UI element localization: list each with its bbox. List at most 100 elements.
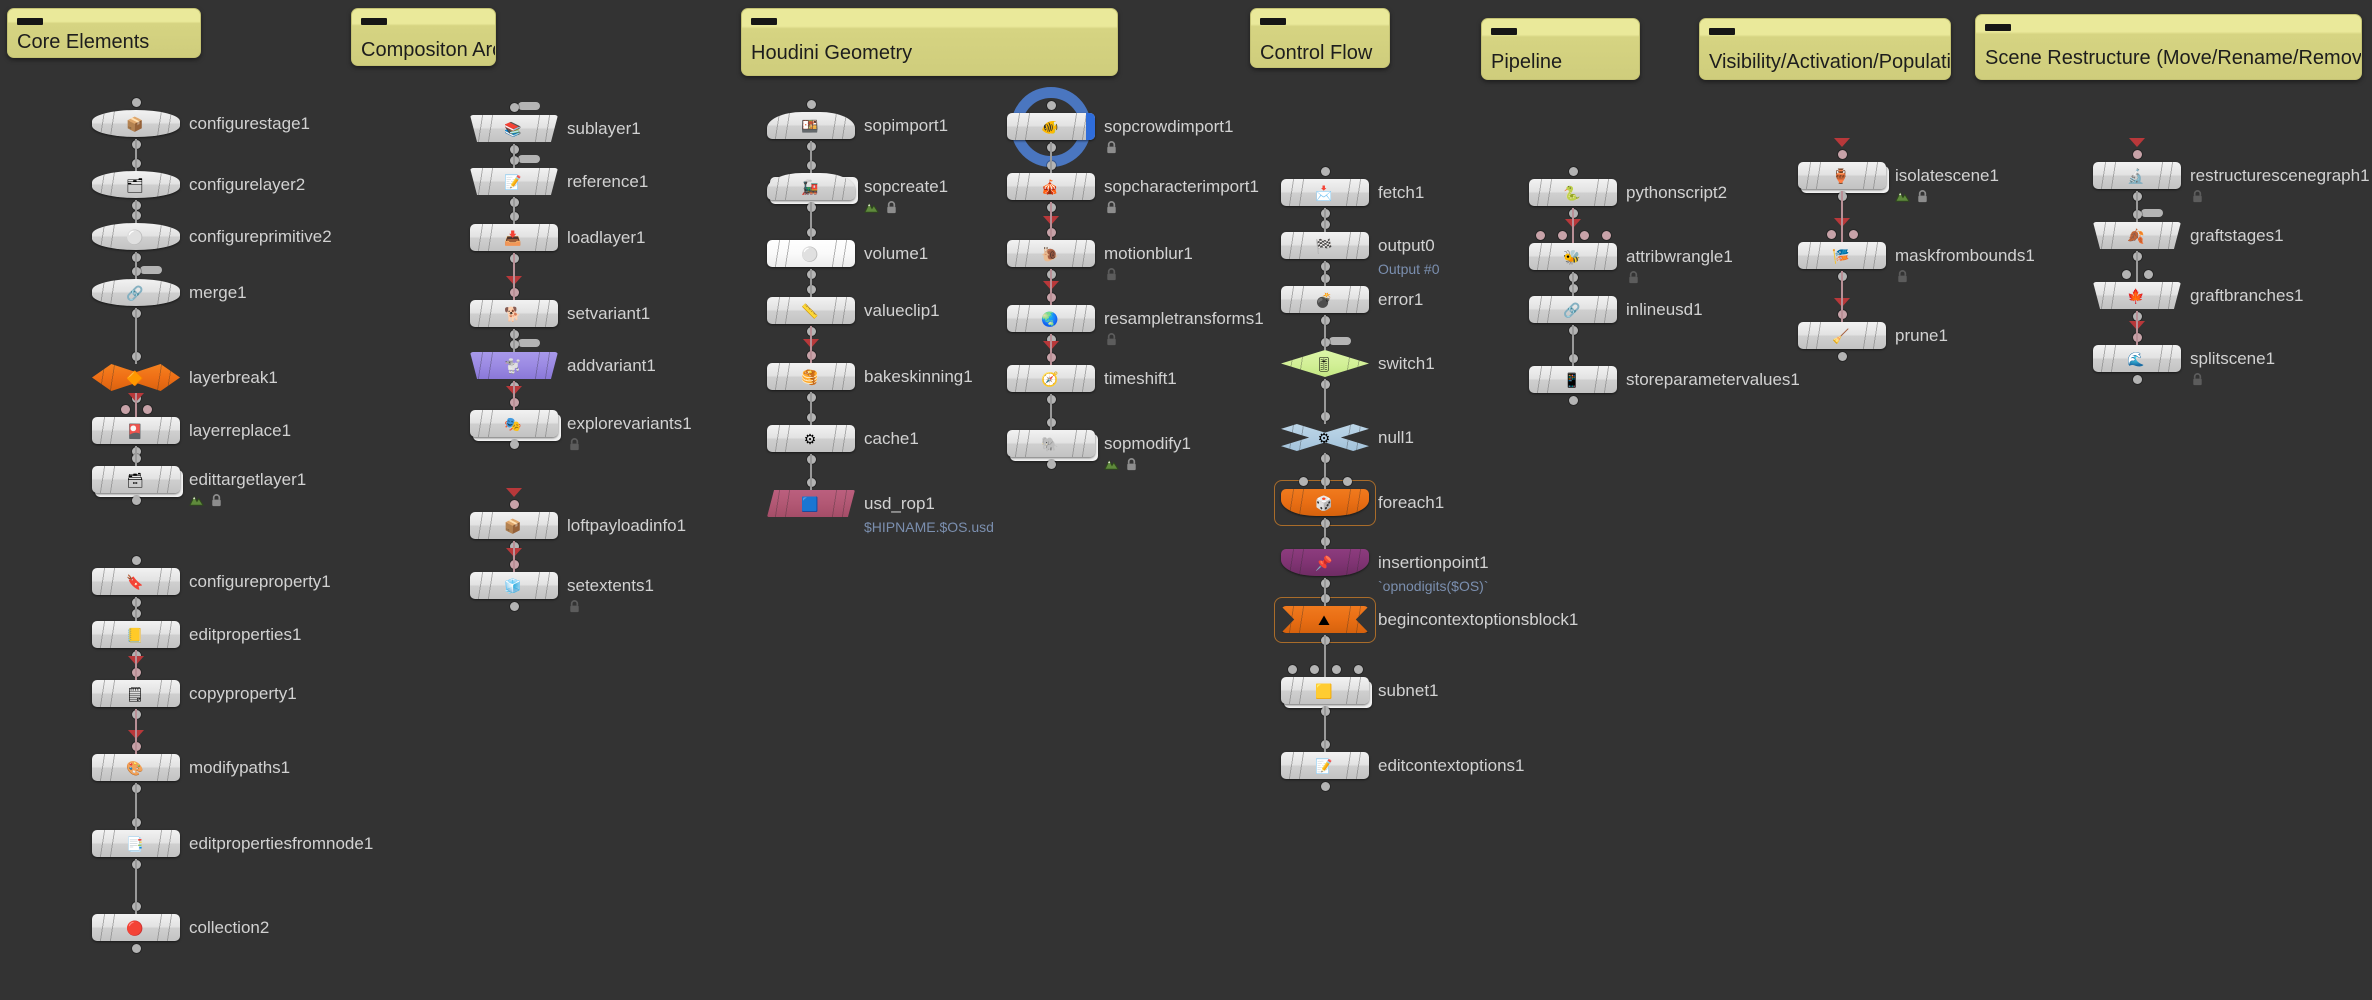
- node-graftbranches1[interactable]: 🍁 graftbranches1: [2093, 270, 2372, 321]
- node-connection-wire[interactable]: [810, 269, 812, 297]
- node-resampletransforms1[interactable]: 🌏 resampletransforms1: [1007, 281, 1307, 346]
- node-subnet1[interactable]: 🟨 subnet1: [1281, 665, 1581, 716]
- node-sublayer1[interactable]: 📚 sublayer1: [470, 102, 770, 154]
- node-input-connector[interactable]: [131, 98, 141, 107]
- node-loadlayer1[interactable]: 📥 loadlayer1: [470, 212, 770, 263]
- node-input-connector[interactable]: [1848, 230, 1858, 239]
- node-collection2[interactable]: 🔴 collection2: [92, 902, 392, 953]
- sticky-collapse-icon[interactable]: [751, 18, 777, 25]
- node-connection-wire[interactable]: [1572, 272, 1574, 296]
- node-input-connector[interactable]: [1826, 230, 1836, 239]
- node-configurestage1[interactable]: 📦 configurestage1: [92, 98, 392, 149]
- node-connection-wire[interactable]: [513, 329, 515, 352]
- node-connection-wire[interactable]: [810, 392, 812, 425]
- sticky-collapse-icon[interactable]: [1491, 28, 1517, 35]
- node-connection-wire[interactable]: [1324, 706, 1326, 752]
- node-sopmodify1[interactable]: 🐘 sopmodify1: [1007, 418, 1307, 471]
- node-output-connector[interactable]: [1320, 782, 1330, 791]
- node-modifypaths1[interactable]: 🎨 modifypaths1: [92, 730, 392, 793]
- node-maskfrombounds1[interactable]: 🎏 maskfrombounds1: [1798, 218, 2098, 283]
- sticky-collapse-icon[interactable]: [17, 18, 43, 25]
- node-connection-wire[interactable]: [135, 709, 137, 754]
- node-connection-wire[interactable]: [135, 139, 137, 171]
- node-connection-wire[interactable]: [1050, 202, 1052, 240]
- node-connection-wire[interactable]: [1324, 379, 1326, 424]
- node-connection-wire[interactable]: [1841, 191, 1843, 242]
- node-foreach1[interactable]: 🎲 foreach1: [1274, 477, 1581, 528]
- node-input-connector[interactable]: [142, 405, 152, 414]
- node-connection-wire[interactable]: [513, 197, 515, 224]
- node-explorevariants1[interactable]: 🎭 explorevariants1: [470, 386, 770, 451]
- node-connection-wire[interactable]: [135, 200, 137, 223]
- node-input-connector[interactable]: [1601, 231, 1611, 240]
- node-output-connector[interactable]: [509, 602, 519, 611]
- bypass-flag-icon[interactable]: [506, 488, 522, 497]
- lock-icon[interactable]: [567, 599, 582, 614]
- scene-graph-flag-icon[interactable]: [1104, 457, 1119, 472]
- node-input-connector[interactable]: [1287, 665, 1297, 674]
- lock-icon[interactable]: [209, 493, 224, 508]
- node-connection-wire[interactable]: [1572, 325, 1574, 366]
- node-input-connector[interactable]: [1568, 167, 1578, 176]
- node-input-connector[interactable]: [2132, 150, 2142, 159]
- node-connection-wire[interactable]: [2136, 191, 2138, 222]
- node-connection-wire[interactable]: [1324, 635, 1326, 677]
- lock-icon[interactable]: [567, 437, 582, 452]
- node-input-connector[interactable]: [1579, 231, 1589, 240]
- node-layerreplace1[interactable]: 🎴 layerreplace1: [92, 393, 392, 456]
- node-splitscene1[interactable]: 🌊 splitscene1: [2093, 321, 2372, 386]
- node-input-stub[interactable]: [140, 266, 162, 274]
- node-input-connector[interactable]: [1298, 477, 1308, 486]
- node-connection-wire[interactable]: [1324, 578, 1326, 606]
- node-connection-wire[interactable]: [810, 454, 812, 490]
- lock-icon[interactable]: [1104, 200, 1119, 215]
- node-input-connector[interactable]: [1535, 231, 1545, 240]
- sticky-note-composition-arcs[interactable]: Compositon Arcs: [351, 8, 496, 66]
- node-output-connector[interactable]: [1568, 396, 1578, 405]
- node-connection-wire[interactable]: [135, 308, 137, 364]
- node-connection-wire[interactable]: [1324, 518, 1326, 549]
- node-connection-wire[interactable]: [135, 783, 137, 830]
- node-edittargetlayer1[interactable]: 🗃 edittargetlayer1: [92, 454, 392, 507]
- node-input-connector[interactable]: [1331, 665, 1341, 674]
- sticky-note-pipeline[interactable]: Pipeline: [1481, 18, 1640, 80]
- node-connection-wire[interactable]: [1324, 261, 1326, 286]
- node-connection-wire[interactable]: [1324, 208, 1326, 232]
- node-isolatescene1[interactable]: 🏺 isolatescene1: [1798, 138, 2098, 203]
- network-editor-canvas[interactable]: Core Elements Compositon Arcs Houdini Geom…: [0, 0, 2372, 1000]
- bypass-flag-icon[interactable]: [1834, 138, 1850, 147]
- lock-icon[interactable]: [2190, 372, 2205, 387]
- node-prune1[interactable]: 🧹 prune1: [1798, 298, 2098, 361]
- node-editcontextoptions1[interactable]: 📝 editcontextoptions1: [1281, 740, 1581, 791]
- node-input-connector[interactable]: [131, 556, 141, 565]
- bypass-flag-icon[interactable]: [2129, 138, 2145, 147]
- node-connection-wire[interactable]: [513, 381, 515, 410]
- node-setextents1[interactable]: 🧊 setextents1: [470, 548, 770, 613]
- lock-icon[interactable]: [1124, 457, 1139, 472]
- lock-icon[interactable]: [2190, 189, 2205, 204]
- node-input-connector[interactable]: [806, 100, 816, 109]
- scene-graph-flag-icon[interactable]: [189, 493, 204, 508]
- node-storeparametervalues1[interactable]: 📱 storeparametervalues1: [1529, 354, 1829, 405]
- node-sopcrowdimport1[interactable]: 🐠 sopcrowdimport1: [1007, 86, 1307, 167]
- node-connection-wire[interactable]: [135, 859, 137, 914]
- node-input-connector[interactable]: [2121, 270, 2131, 279]
- lock-icon[interactable]: [1104, 140, 1119, 155]
- node-editpropertiesfromnode1[interactable]: 📑 editpropertiesfromnode1: [92, 818, 392, 869]
- node-input-connector[interactable]: [1309, 665, 1319, 674]
- node-input-connector[interactable]: [1320, 167, 1330, 176]
- node-output-connector[interactable]: [2132, 375, 2142, 384]
- node-connection-wire[interactable]: [135, 393, 137, 417]
- node-input-stub[interactable]: [518, 102, 540, 110]
- node-connection-wire[interactable]: [1841, 271, 1843, 322]
- node-editproperties1[interactable]: 📒 editproperties1: [92, 609, 392, 660]
- node-connection-wire[interactable]: [1050, 142, 1052, 173]
- node-input-connector[interactable]: [1557, 231, 1567, 240]
- node-restructurescenegraph1[interactable]: 🔬 restructurescenegraph1: [2093, 138, 2372, 203]
- node-addvariant1[interactable]: 🐩 addvariant1: [470, 339, 770, 391]
- node-input-connector[interactable]: [2143, 270, 2153, 279]
- sticky-collapse-icon[interactable]: [1709, 28, 1735, 35]
- node-connection-wire[interactable]: [135, 446, 137, 466]
- node-connection-wire[interactable]: [1324, 453, 1326, 489]
- node-connection-wire[interactable]: [810, 202, 812, 240]
